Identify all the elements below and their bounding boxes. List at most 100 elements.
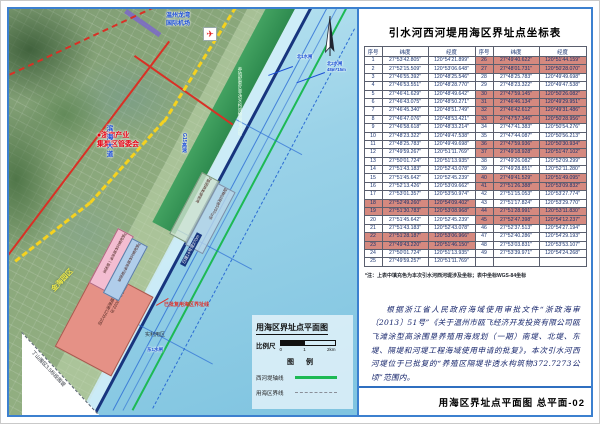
cell-longitude: 120°53′50.974″	[428, 191, 475, 199]
table-row: 2127°51′43.183″120°52′43.078″4627°52′37.…	[364, 224, 586, 232]
table-row: 1827°52′49.260″120°54′09.402″4327°51′17.…	[364, 199, 586, 207]
cell-latitude	[493, 258, 539, 266]
cell-longitude: 120°48′25.546″	[428, 73, 475, 81]
cell-index: 48	[475, 241, 493, 249]
cell-index: 18	[364, 199, 382, 207]
cell-latitude: 27°49′59.267″	[382, 149, 428, 157]
cell-index: 14	[364, 166, 382, 174]
cell-longitude: 120°52′45.239″	[428, 174, 475, 182]
cell-index: 5	[364, 90, 382, 98]
cell-index: 17	[364, 191, 382, 199]
cell-longitude: 120°54′09.402″	[428, 199, 475, 207]
cell-longitude: 120°53′09.832″	[539, 182, 586, 190]
sheet-frame: 4期围垦养殖用海1250公顷 (2017.9—2022.9) 3期配套区养殖用海…	[7, 7, 593, 417]
table-row: 727°46′45.340″120°48′51.749″3227°46′42.6…	[364, 107, 586, 115]
cell-index	[475, 258, 493, 266]
cell-latitude: 27°50′01.724″	[382, 249, 428, 257]
cell-index: 21	[364, 224, 382, 232]
cell-longitude: 120°50′28.956″	[539, 115, 586, 123]
cell-longitude: 120°53′06.966″	[428, 233, 475, 241]
cell-latitude: 27°47′44.087″	[493, 132, 539, 140]
legend-boundary-swatch	[295, 392, 337, 393]
table-row: 1127°48′25.783″120°49′49.698″3627°47′59.…	[364, 140, 586, 148]
map-legend: 用海区界址点平面图 比例尺 0 1 2km 图 例 西河堤轴线	[252, 315, 353, 409]
cell-longitude: 120°49′47.538″	[428, 132, 475, 140]
cell-index: 10	[364, 132, 382, 140]
cell-latitude: 27°46′46.134″	[493, 98, 539, 106]
cell-longitude: 120°54′27.194″	[539, 224, 586, 232]
cell-latitude: 27°51′17.824″	[493, 199, 539, 207]
cell-latitude: 27°52′13.426″	[382, 182, 428, 190]
g15-label: G15高速	[181, 133, 188, 152]
cell-index: 19	[364, 208, 382, 216]
table-note: *注：上表中填充色为本次引水河西河堤涉及坐标；表中坐标WGS-84坐标	[365, 272, 587, 279]
cell-longitude: 120°51′47.102″	[539, 149, 586, 157]
cell-index: 27	[475, 65, 493, 73]
table-row: 1227°49′59.267″120°51′11.769″3727°49′18.…	[364, 149, 586, 157]
cell-latitude: 27°47′41.383″	[493, 124, 539, 132]
cell-latitude: 27°53′01.357″	[382, 191, 428, 199]
cell-longitude: 120°52′45.239″	[428, 216, 475, 224]
cell-longitude: 120°51′11.769″	[428, 149, 475, 157]
legend-item-boundary-label: 用海区界线	[256, 389, 290, 397]
cell-index: 11	[364, 140, 382, 148]
table-row: 1527°51′45.642″120°52′45.239″4027°49′41.…	[364, 174, 586, 182]
cell-latitude: 27°46′47.076″	[382, 115, 428, 123]
cell-index: 33	[475, 115, 493, 123]
cell-index: 29	[475, 82, 493, 90]
cell-latitude: 27°48′23.322″	[493, 82, 539, 90]
cell-latitude: 27°53′03.831″	[493, 241, 539, 249]
cell-longitude: 120°48′53.421″	[428, 115, 475, 123]
bei2-gate-size: 48m*15m	[327, 67, 346, 73]
cell-index: 36	[475, 140, 493, 148]
cell-latitude: 27°51′43.183″	[382, 166, 428, 174]
table-row: 627°46′43.075″120°48′50.271″3127°46′46.1…	[364, 98, 586, 106]
cell-longitude: 120°49′47.538″	[539, 82, 586, 90]
cell-latitude: 27°51′26.388″	[493, 182, 539, 190]
cell-latitude: 27°51′28.991″	[493, 208, 539, 216]
column-header: 经度	[428, 47, 475, 57]
table-row: 227°52′15.509″120°53′06.648″2727°48′01.7…	[364, 65, 586, 73]
cell-index: 16	[364, 182, 382, 190]
cell-index: 26	[475, 57, 493, 65]
cell-index: 41	[475, 182, 493, 190]
cell-longitude: 120°50′30.934″	[539, 140, 586, 148]
cell-longitude: 120°54′21.899″	[428, 57, 475, 65]
cell-longitude: 120°48′51.749″	[428, 107, 475, 115]
cell-index: 2	[364, 65, 382, 73]
cell-longitude: 120°51′49.095″	[539, 174, 586, 182]
cell-longitude: 120°54′29.193″	[539, 233, 586, 241]
cell-longitude: 120°49′29.951″	[539, 98, 586, 106]
cell-longitude: 120°48′33.214″	[428, 124, 475, 132]
legend-title: 用海区界址点平面图	[256, 322, 328, 335]
table-header-row: 序号纬度经度序号纬度经度	[364, 47, 586, 57]
cell-longitude: 120°50′56.213″	[539, 132, 586, 140]
cell-latitude: 27°46′58.618″	[382, 124, 428, 132]
cell-longitude: 120°52′11.280″	[539, 166, 586, 174]
binhai-avenue-label: 滨海大道	[103, 125, 113, 159]
table-row: 327°46′55.392″120°48′25.546″2827°48′25.7…	[364, 73, 586, 81]
cell-longitude: 120°50′28.070″	[539, 65, 586, 73]
cell-latitude: 27°47′57.346″	[493, 115, 539, 123]
cell-index: 15	[364, 174, 382, 182]
cell-longitude: 120°48′28.770″	[428, 82, 475, 90]
table-row: 427°46′53.551″120°48′28.770″2927°48′23.3…	[364, 82, 586, 90]
cell-index: 45	[475, 216, 493, 224]
cell-longitude: 120°53′11.830″	[539, 208, 586, 216]
cell-longitude: 120°53′29.770″	[539, 199, 586, 207]
cell-index: 46	[475, 224, 493, 232]
table-row: 2227°51′28.187″120°53′06.966″4727°52′40.…	[364, 233, 586, 241]
table-row: 1627°52′13.426″120°53′09.662″4127°51′26.…	[364, 182, 586, 190]
cell-longitude: 120°51′11.769″	[428, 258, 475, 266]
cell-latitude: 27°52′40.286″	[493, 233, 539, 241]
cell-index: 3	[364, 73, 382, 81]
cell-longitude: 120°54′24.268″	[539, 249, 586, 257]
cell-latitude: 27°49′26.082″	[493, 157, 539, 165]
drawing-sheet: 4期围垦养殖用海1250公顷 (2017.9—2022.9) 3期配套区养殖用海…	[0, 0, 600, 424]
cell-index: 25	[364, 258, 382, 266]
cell-latitude: 27°51′45.642″	[382, 216, 428, 224]
cell-longitude: 120°49′49.698″	[428, 140, 475, 148]
table-row: 2027°51′45.642″120°52′45.239″4527°52′47.…	[364, 216, 586, 224]
cell-index: 30	[475, 90, 493, 98]
cell-longitude: 120°51′44.159″	[539, 57, 586, 65]
